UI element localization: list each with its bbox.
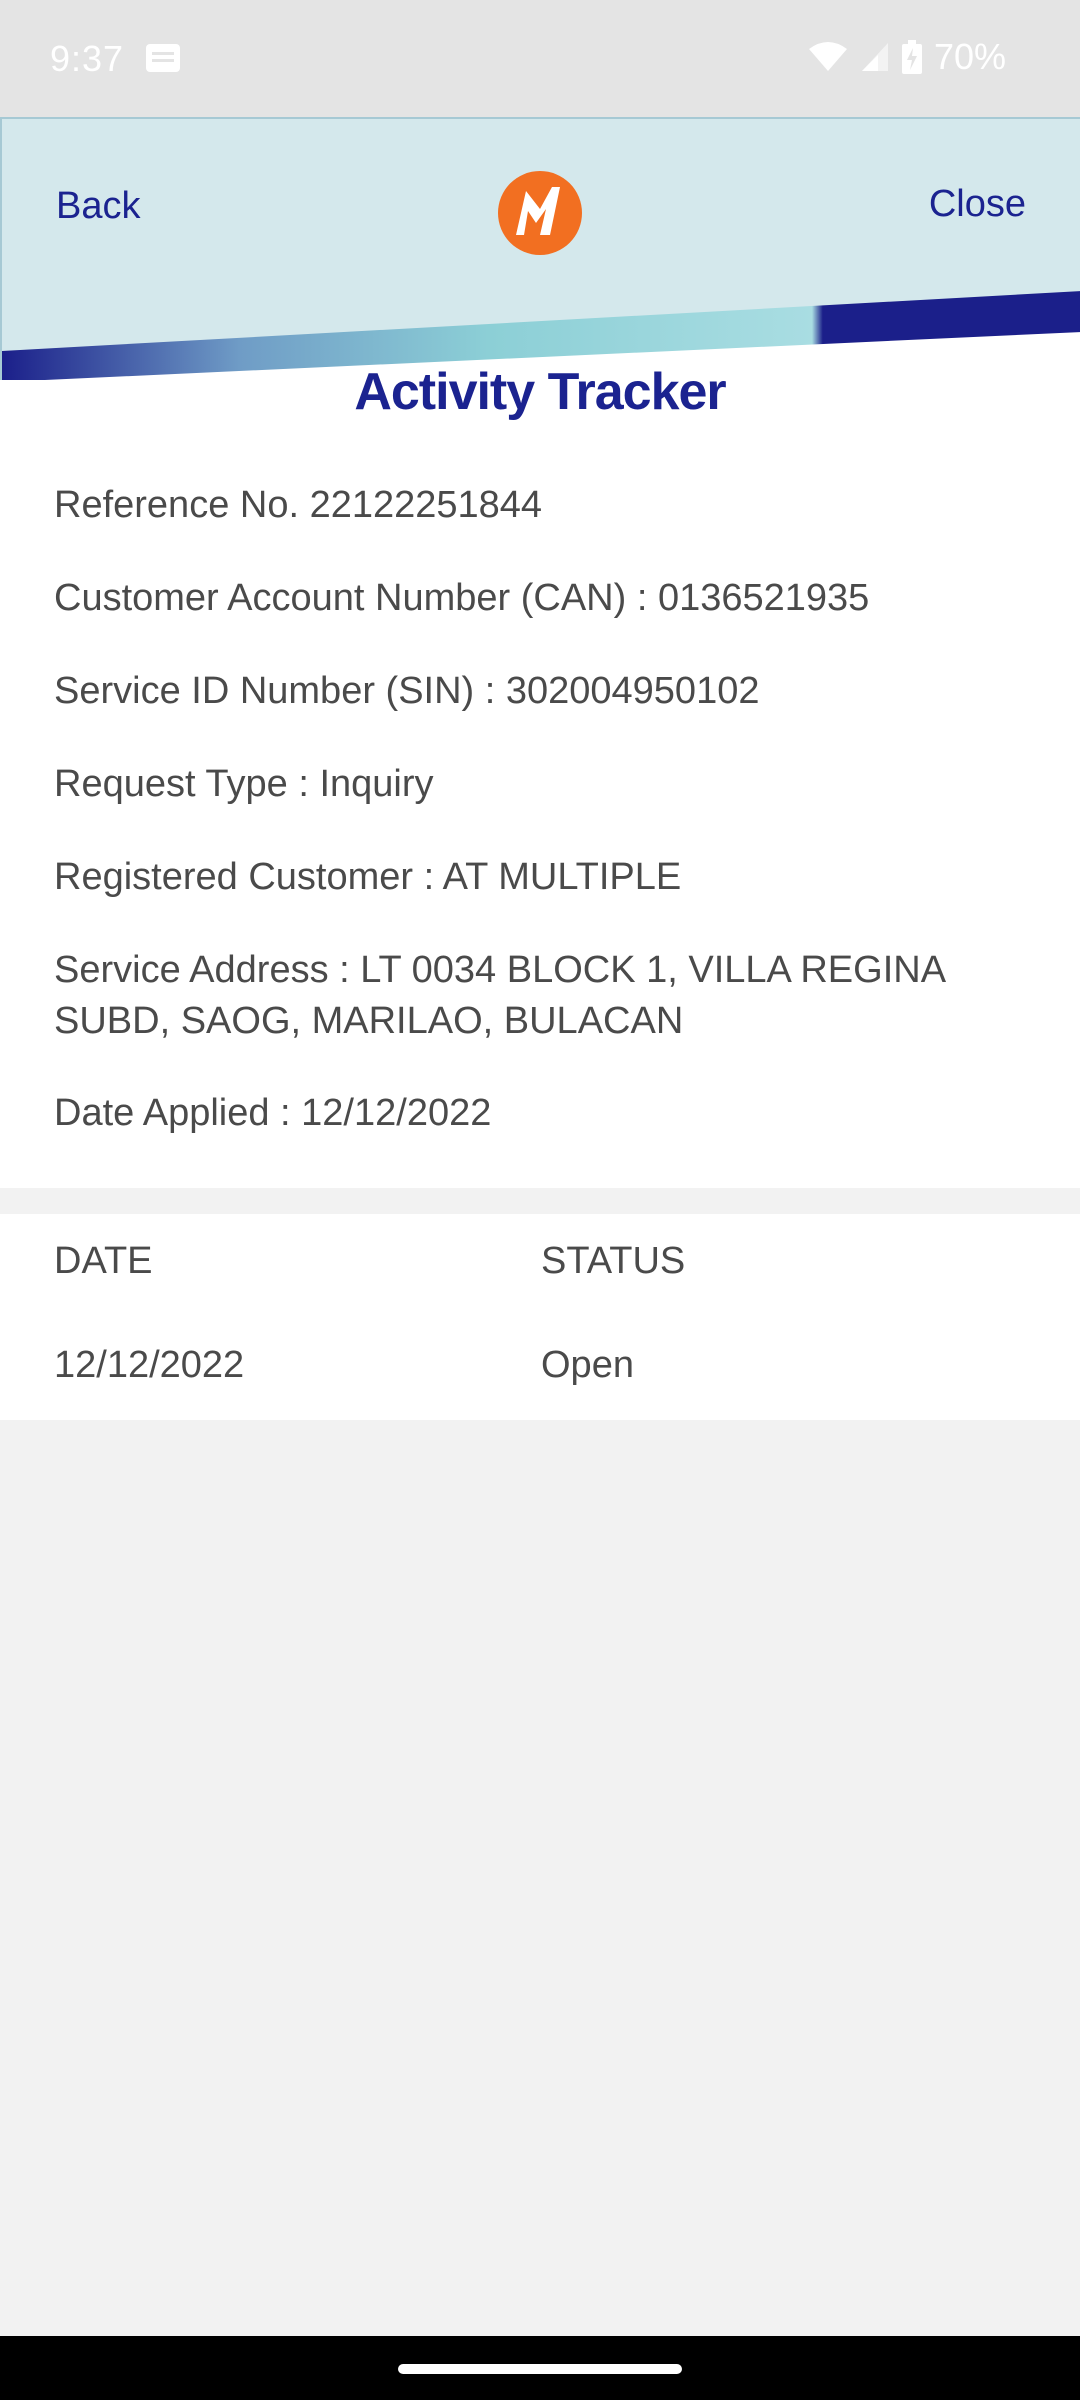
app-header: Back Close (0, 117, 1080, 382)
row-status: Open (541, 1344, 634, 1386)
status-time: 9:37 (50, 38, 125, 79)
reference-number: Reference No. 22122251844 (54, 484, 543, 526)
registered-customer: Registered Customer : AT MULTIPLE (54, 856, 682, 898)
battery-charging-icon (901, 40, 922, 74)
service-address: Service Address : LT 0034 BLOCK 1, VILLA… (54, 949, 944, 1042)
row-date: 12/12/2022 (54, 1344, 245, 1386)
close-button[interactable]: Close (929, 183, 1026, 226)
table-header-date: DATE (54, 1240, 153, 1282)
service-id-number: Service ID Number (SIN) : 302004950102 (54, 670, 760, 712)
customer-account-number: Customer Account Number (CAN) : 01365219… (54, 577, 870, 619)
wifi-icon (808, 42, 847, 71)
status-table: DATE STATUS 12/12/2022 Open (0, 1214, 1080, 1420)
status-bar: 9:37 70% (0, 0, 1080, 117)
system-nav-bar (0, 2336, 1080, 2400)
home-gesture-handle[interactable] (398, 2364, 682, 2374)
g-icon (146, 44, 180, 72)
battery-percent: 70% (933, 36, 1006, 77)
signal-icon (861, 43, 888, 71)
status-icons: 70% (808, 36, 1006, 78)
back-button[interactable]: Back (56, 185, 140, 228)
meralco-logo-icon (498, 171, 582, 255)
date-applied: Date Applied : 12/12/2022 (54, 1092, 492, 1134)
request-type: Request Type : Inquiry (54, 763, 434, 805)
activity-details-card: Activity Tracker Reference No. 221222518… (0, 363, 1080, 1188)
page-title: Activity Tracker (354, 363, 726, 421)
table-header-status: STATUS (541, 1240, 686, 1282)
